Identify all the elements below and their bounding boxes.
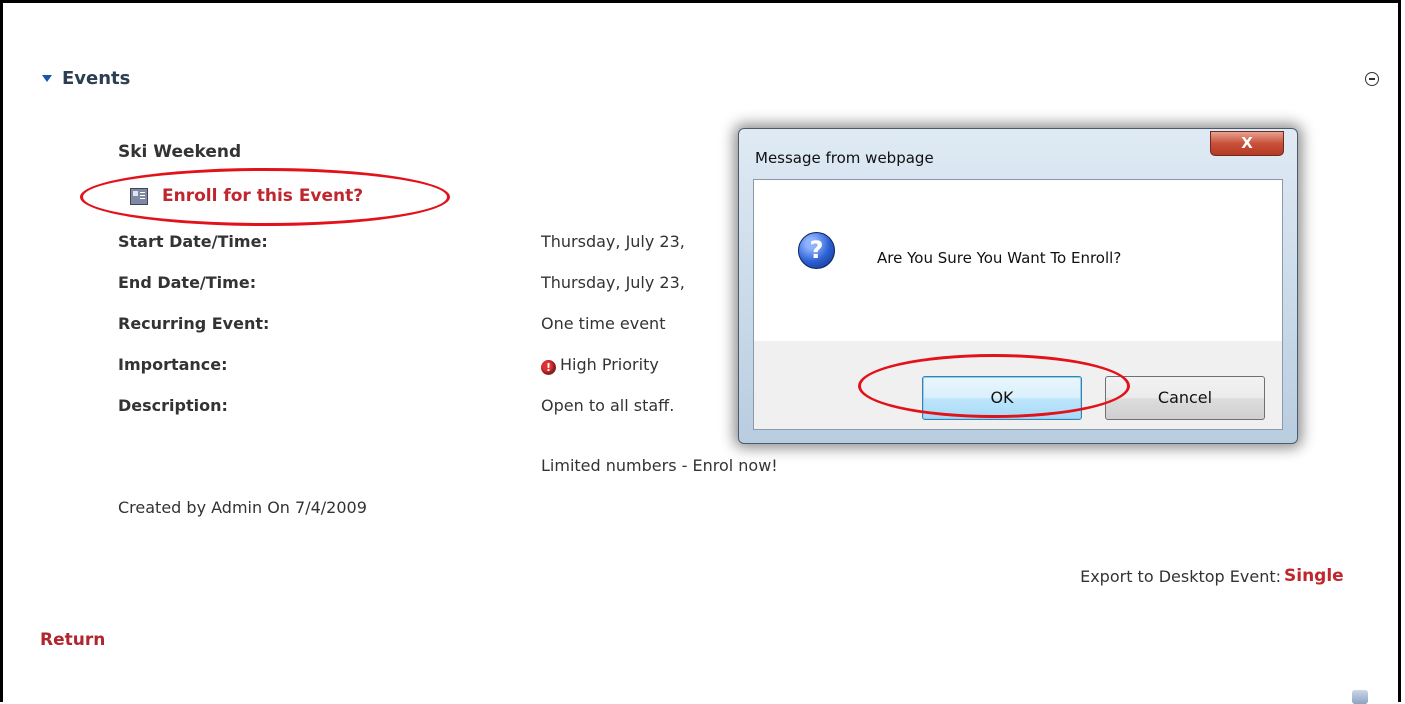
events-section-header[interactable]: Events xyxy=(42,68,130,89)
created-by-text: Created by Admin On 7/4/2009 xyxy=(118,498,367,517)
start-date-value: Thursday, July 23, xyxy=(541,232,685,251)
importance-label: Importance: xyxy=(118,355,228,374)
dialog-footer: OK Cancel xyxy=(753,341,1283,430)
minus-circle-icon[interactable] xyxy=(1365,72,1379,86)
cancel-button[interactable]: Cancel xyxy=(1105,376,1265,420)
dialog-body: ? Are You Sure You Want To Enroll? xyxy=(753,179,1283,342)
export-label: Export to Desktop Event: xyxy=(1080,567,1281,586)
section-title: Events xyxy=(62,68,131,89)
dialog-title: Message from webpage xyxy=(755,149,934,167)
question-icon: ? xyxy=(798,232,835,269)
dialog-message: Are You Sure You Want To Enroll? xyxy=(877,249,1122,267)
end-date-value: Thursday, July 23, xyxy=(541,273,685,292)
importance-value: High Priority xyxy=(560,355,659,374)
export-single-link[interactable]: Single xyxy=(1284,566,1344,586)
triangle-down-icon[interactable] xyxy=(42,75,52,82)
confirm-dialog: Message from webpage X ? Are You Sure Yo… xyxy=(738,128,1298,444)
recurring-value: One time event xyxy=(541,314,666,333)
description-line-1: Open to all staff. xyxy=(541,396,675,415)
ok-button[interactable]: OK xyxy=(922,376,1082,420)
recurring-label: Recurring Event: xyxy=(118,314,270,333)
return-link[interactable]: Return xyxy=(40,630,105,650)
description-line-2: Limited numbers - Enrol now! xyxy=(541,456,778,475)
start-date-label: Start Date/Time: xyxy=(118,232,268,251)
importance-value-row: ! High Priority xyxy=(541,355,659,375)
description-label: Description: xyxy=(118,396,228,415)
exclamation-icon: ! xyxy=(541,360,556,375)
event-name: Ski Weekend xyxy=(118,142,242,162)
end-date-label: End Date/Time: xyxy=(118,273,257,292)
annotation-ellipse-enroll xyxy=(80,168,450,226)
close-button[interactable]: X xyxy=(1210,131,1284,156)
